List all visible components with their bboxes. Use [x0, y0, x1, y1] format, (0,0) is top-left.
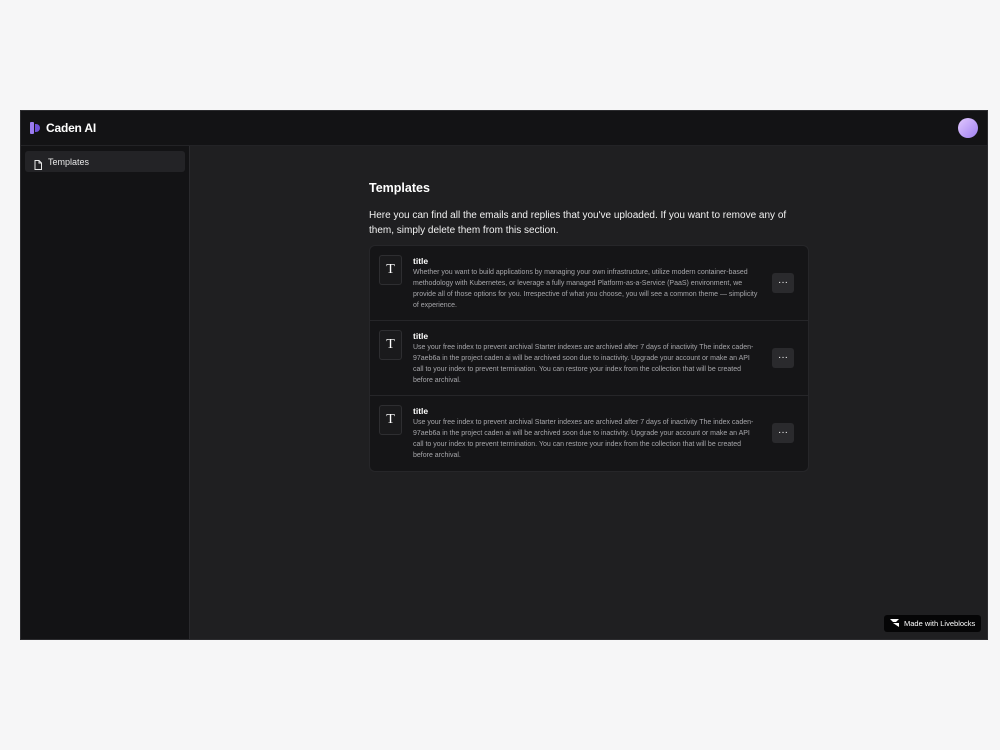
- template-type-icon: T: [379, 405, 402, 435]
- app-window: Caden AI Templates Templates Here you ca…: [20, 110, 988, 640]
- avatar[interactable]: [958, 118, 978, 138]
- brand[interactable]: Caden AI: [30, 121, 96, 135]
- app-name: Caden AI: [46, 121, 96, 135]
- template-body: Use your free index to prevent archival …: [413, 419, 754, 459]
- template-title: title: [413, 331, 429, 341]
- template-card[interactable]: T title Whether you want to build applic…: [370, 246, 808, 321]
- more-options-button[interactable]: ···: [772, 348, 794, 368]
- file-icon: [34, 157, 42, 170]
- more-options-button[interactable]: ···: [772, 423, 794, 443]
- template-body: Use your free index to prevent archival …: [413, 344, 754, 384]
- template-title: title: [413, 406, 429, 416]
- template-type-icon: T: [379, 255, 402, 285]
- template-type-icon: T: [379, 330, 402, 360]
- template-card[interactable]: T title Use your free index to prevent a…: [370, 396, 808, 471]
- page-description: Here you can find all the emails and rep…: [369, 210, 787, 236]
- sidebar-item-label: Templates: [48, 156, 90, 167]
- main-content: Templates Here you can find all the emai…: [369, 181, 809, 472]
- page-title: Templates: [369, 181, 430, 195]
- template-title: title: [413, 256, 429, 266]
- template-body: Whether you want to build applications b…: [413, 269, 758, 309]
- top-bar: Caden AI: [21, 111, 987, 146]
- sidebar-item-templates[interactable]: Templates: [25, 151, 185, 172]
- caden-logo-icon: [30, 122, 41, 134]
- sidebar: Templates: [21, 146, 190, 639]
- liveblocks-icon: [890, 618, 899, 629]
- template-card[interactable]: T title Use your free index to prevent a…: [370, 321, 808, 396]
- template-list: T title Whether you want to build applic…: [369, 245, 809, 472]
- more-options-button[interactable]: ···: [772, 273, 794, 293]
- made-with-liveblocks-badge[interactable]: Made with Liveblocks: [884, 615, 982, 632]
- badge-label: Made with Liveblocks: [904, 619, 976, 628]
